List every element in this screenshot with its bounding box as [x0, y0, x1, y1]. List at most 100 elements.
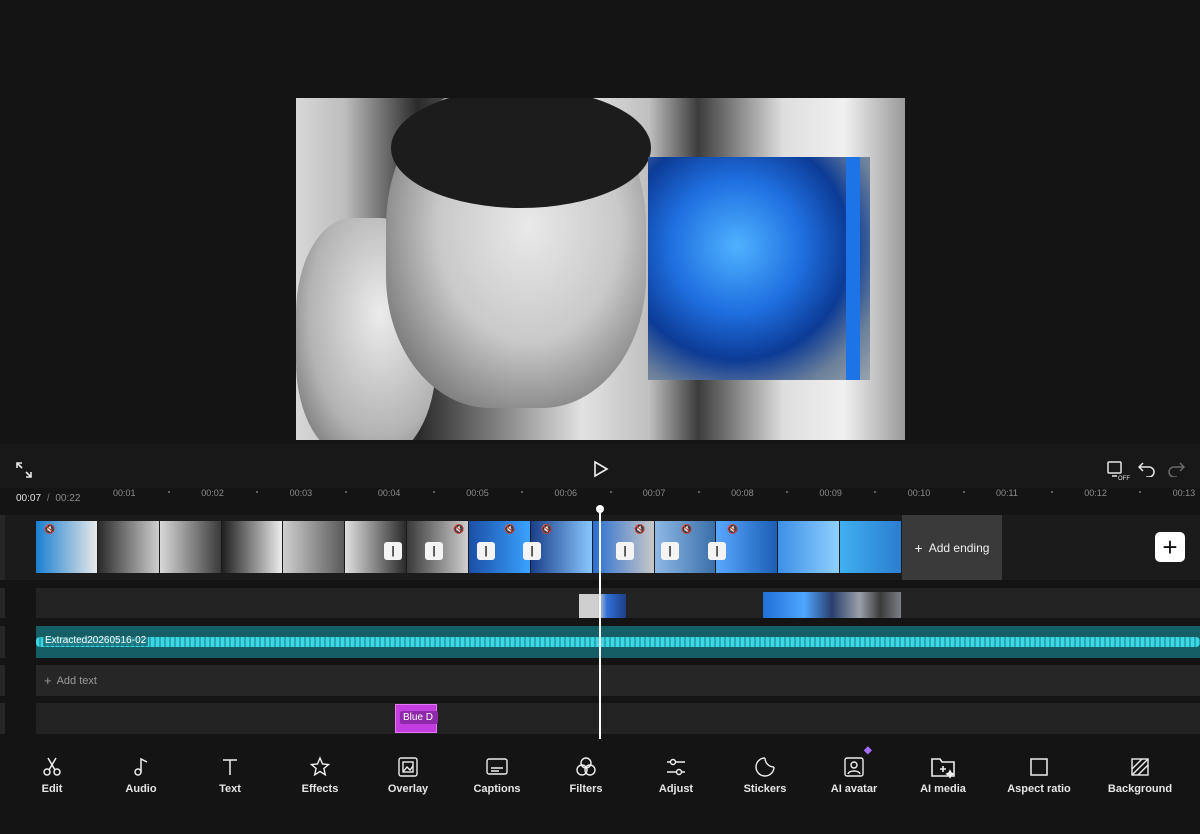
add-clip-button[interactable]: +: [1155, 532, 1185, 562]
premium-gem-icon: ◆: [864, 745, 872, 756]
video-thumbnail: [840, 521, 901, 573]
muted-speaker-icon: 🔇: [727, 524, 739, 534]
ruler-tick-label: 00:13: [1172, 488, 1196, 498]
ruler-tick-label: 00:07: [642, 488, 666, 498]
overlay-track[interactable]: [36, 588, 1200, 618]
tool-label: AI avatar: [830, 783, 878, 795]
tool-audio-button[interactable]: Audio: [96, 754, 186, 795]
audio-track[interactable]: Extracted20260516-02: [36, 626, 1200, 658]
tool-label: Text: [219, 783, 241, 795]
tool-edit-button[interactable]: Edit: [7, 754, 97, 795]
ruler-dot: [874, 491, 877, 493]
video-thumbnail: [97, 521, 159, 573]
muted-speaker-icon: 🔇: [453, 524, 465, 534]
video-thumbnail: [159, 521, 221, 573]
audio-waveform: [36, 637, 1200, 647]
tool-ai-avatar-button[interactable]: AI avatar ◆: [809, 745, 899, 795]
undo-icon[interactable]: [1137, 459, 1157, 479]
video-thumbnail: [283, 521, 345, 573]
ruler-tick-label: 00:12: [1084, 488, 1107, 498]
tool-label: Aspect ratio: [1007, 783, 1071, 795]
transition-button[interactable]: |: [425, 542, 443, 560]
transition-button[interactable]: |: [523, 542, 541, 560]
track-gutter: [0, 703, 5, 734]
tool-filters-button[interactable]: Filters: [541, 754, 631, 795]
tool-label: Edit: [41, 783, 63, 795]
tool-label: Stickers: [743, 783, 787, 795]
audio-track-label: Extracted20260516-02: [43, 635, 149, 646]
sparkle-star-icon: [275, 754, 365, 780]
muted-speaker-icon: 🔇: [44, 524, 56, 534]
tool-ai-media-button[interactable]: AI media: [898, 754, 988, 795]
screen-off-label: OFF: [1118, 476, 1130, 482]
add-text-label: Add text: [56, 674, 97, 687]
tool-label: Effects: [301, 783, 339, 795]
fullscreen-icon[interactable]: [14, 460, 34, 480]
transition-button[interactable]: |: [616, 542, 634, 560]
ruler-tick-label: 00:08: [731, 488, 754, 498]
ai-media-icon: [898, 754, 988, 780]
ruler-dot: [168, 491, 170, 493]
tool-label: Overlay: [387, 783, 429, 795]
tool-label: AI media: [920, 783, 966, 795]
tool-label: Audio: [125, 783, 157, 795]
ruler-dot: [344, 491, 347, 493]
track-gutter: [0, 515, 5, 580]
muted-speaker-icon: 🔇: [681, 524, 693, 534]
ruler-tick-label: 00:11: [996, 488, 1018, 498]
transition-button[interactable]: |: [661, 542, 679, 560]
overlay-icon: [363, 754, 453, 780]
effect-track[interactable]: [36, 703, 1200, 734]
video-thumbnail: [778, 521, 840, 573]
muted-speaker-icon: 🔇: [634, 524, 646, 534]
aspect-ratio-icon: [994, 754, 1084, 780]
ruler-tick-label: 00:05: [466, 488, 489, 498]
screen-off-icon[interactable]: OFF: [1104, 458, 1130, 482]
add-ending-label: Add ending: [928, 540, 990, 555]
overlay-clip-preview[interactable]: [648, 157, 870, 380]
ruler-dot: [432, 491, 435, 493]
tool-text-button[interactable]: Text: [185, 754, 275, 795]
tool-effects-button[interactable]: Effects: [275, 754, 365, 795]
tool-aspect-ratio-button[interactable]: Aspect ratio: [994, 754, 1084, 795]
muted-speaker-icon: 🔇: [504, 524, 516, 534]
ruler-tick-label: 00:04: [377, 488, 401, 498]
add-ending-button[interactable]: + Add ending: [902, 515, 1002, 580]
tool-stickers-button[interactable]: Stickers: [720, 754, 810, 795]
ruler-tick-label: 00:09: [819, 488, 842, 498]
add-text-track[interactable]: + Add text: [36, 665, 1200, 696]
effect-clip[interactable]: Blue D: [395, 704, 438, 733]
tool-adjust-button[interactable]: Adjust: [631, 754, 721, 795]
overlay-clip-2[interactable]: [763, 592, 901, 618]
ruler-tick-label: 00:02: [201, 488, 224, 498]
video-thumbnails[interactable]: 🔇 🔇 🔇 🔇 🔇 🔇 🔇 | | | | | | |: [36, 521, 902, 573]
ruler-dot: [521, 491, 524, 493]
playhead[interactable]: [596, 505, 604, 739]
ruler-tick-label: 00:03: [289, 488, 313, 498]
ruler-dot: [1139, 491, 1142, 493]
sliders-icon: [631, 754, 721, 780]
transition-button[interactable]: |: [477, 542, 495, 560]
play-icon[interactable]: [590, 458, 612, 480]
captions-icon: [452, 754, 542, 780]
tool-label: Background: [1107, 783, 1173, 795]
tool-captions-button[interactable]: Captions: [452, 754, 542, 795]
ruler-dot: [786, 491, 789, 493]
background-icon: [1095, 754, 1185, 780]
overlay-clip-1[interactable]: [579, 594, 626, 618]
text-icon: [185, 754, 275, 780]
transition-button[interactable]: |: [384, 542, 402, 560]
track-gutter: [0, 626, 5, 658]
ruler-tick-label: 00:10: [907, 488, 931, 498]
time-separator: /: [46, 493, 50, 504]
bottom-toolbar: Edit Audio Text Effects Overlay Captions Filte…: [0, 742, 1200, 834]
transition-button[interactable]: |: [708, 542, 726, 560]
tool-background-button[interactable]: Background: [1095, 754, 1185, 795]
track-gutter: [0, 588, 5, 618]
muted-speaker-icon: 🔇: [541, 524, 553, 534]
tool-label: Captions: [473, 783, 521, 795]
tool-overlay-button[interactable]: Overlay: [363, 754, 453, 795]
plus-icon: +: [914, 539, 923, 556]
filters-icon: [541, 754, 631, 780]
redo-icon[interactable]: [1166, 459, 1186, 479]
